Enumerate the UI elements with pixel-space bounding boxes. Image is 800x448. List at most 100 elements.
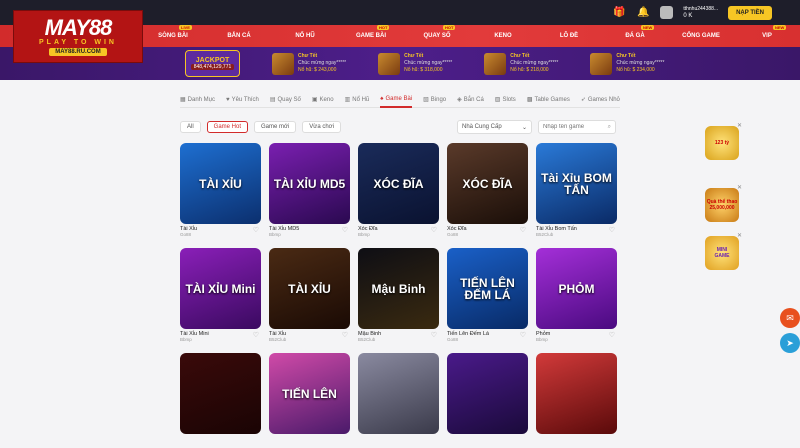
tab-favorites[interactable]: ♥ Yêu Thích [226, 92, 259, 108]
filter-recent-button[interactable]: Vừa chơi [302, 121, 341, 133]
game-provider: Bbmp [358, 232, 370, 237]
logo-tagline: PLAY TO WIN [39, 39, 117, 46]
game-thumbnail[interactable]: Mậu Binh [358, 248, 439, 329]
game-provider: Go88 [447, 232, 459, 237]
game-thumbnail[interactable]: PHỎM [536, 248, 617, 329]
avatar[interactable] [660, 6, 674, 19]
tab-no-hu[interactable]: ▥ Nổ Hũ [345, 92, 370, 108]
game-thumbnail[interactable]: TIẾN LÊN ĐẾM LÁ [447, 248, 528, 329]
nav-item-card-games[interactable]: GAME BÀI HOT [338, 25, 404, 39]
game-thumbnail[interactable]: TIẾN LÊN [269, 353, 350, 434]
game-thumbnail[interactable] [180, 353, 261, 434]
game-card[interactable]: TÀI XỈU Tài Xỉu B52Club ♡ [269, 248, 350, 343]
tab-game-bai[interactable]: ♠ Game Bài [380, 92, 413, 108]
game-card[interactable] [447, 353, 528, 448]
nav-item-cockfight[interactable]: ĐÁ GÀ NEW [602, 25, 668, 39]
game-card[interactable]: XÓC ĐĨA Xóc Đĩa Go88 ♡ [447, 143, 528, 238]
favorite-icon[interactable]: ♡ [253, 331, 259, 339]
game-card[interactable]: TÀI XỈU MD5 Tài Xỉu MD5 Bbmp ♡ [269, 143, 350, 238]
favorite-icon[interactable]: ♡ [520, 331, 526, 339]
game-card[interactable]: PHỎM Phỏm Bbmp ♡ [536, 248, 617, 343]
game-thumbnail[interactable] [536, 353, 617, 434]
filter-all-button[interactable]: All [180, 121, 201, 133]
winner-item[interactable]: Chư Tết Chúc mừng ngay***** Nổ hũ: $ 318,0… [378, 52, 452, 75]
winner-amount: Nổ hũ: $ 318,000 [404, 67, 443, 73]
game-thumbnail[interactable]: TÀI XỈU [180, 143, 261, 224]
side-promo[interactable]: ✕ MINI GAME [702, 233, 742, 270]
close-icon[interactable]: ✕ [737, 232, 742, 239]
game-card[interactable]: TÀI XỈU Tài Xỉu Go88 ♡ [180, 143, 261, 238]
favorite-icon[interactable]: ♡ [431, 226, 437, 234]
tab-bingo[interactable]: ▧ Bingo [423, 92, 446, 108]
game-card[interactable]: TIẾN LÊN [269, 353, 350, 448]
nav-item-keno[interactable]: KENO [470, 33, 536, 39]
nav-item-slots[interactable]: NỔ HŨ [272, 33, 338, 39]
side-promo[interactable]: ✕ 123 tỷ [702, 123, 742, 160]
favorite-icon[interactable]: ♡ [431, 331, 437, 339]
nav-item-vip[interactable]: VIP NEW [734, 25, 800, 39]
tab-quay-so[interactable]: ▤ Quay Số [270, 92, 301, 108]
nav-item-game-portal[interactable]: CỔNG GAME [668, 33, 734, 39]
chat-icon[interactable]: ✉ [780, 308, 800, 328]
game-card[interactable] [358, 353, 439, 448]
tab-slots[interactable]: ▨ Slots [495, 92, 516, 108]
side-promo[interactable]: ✕ Quà thể thao 25,000,000 [702, 185, 742, 222]
tab-table-games[interactable]: ▩ Table Games [527, 92, 570, 108]
tab-keno[interactable]: ▣ Keno [312, 92, 334, 108]
game-thumbnail[interactable]: Tài Xỉu BOM TẤN [536, 143, 617, 224]
winner-item[interactable]: Chư Tết Chúc mừng ngay***** Nổ hũ: $ 218,0… [484, 52, 558, 75]
nav-item-fish[interactable]: BẮN CÁ [206, 33, 272, 39]
favorite-icon[interactable]: ♡ [520, 226, 526, 234]
game-card[interactable]: XÓC ĐĨA Xóc Đĩa Bbmp ♡ [358, 143, 439, 238]
jackpot-title: JACKPOT [195, 57, 230, 64]
favorite-icon[interactable]: ♡ [253, 226, 259, 234]
gift-icon[interactable]: 🎁 [612, 7, 626, 18]
game-thumbnail[interactable] [358, 353, 439, 434]
game-card[interactable]: Mậu Binh Mậu Binh B52Club ♡ [358, 248, 439, 343]
close-icon[interactable]: ✕ [737, 184, 742, 191]
filter-hot-button[interactable]: Game Hot [206, 121, 249, 133]
winner-item[interactable]: Chư Tết Chúc mừng ngay***** Nổ hũ: $ 234,0… [590, 52, 665, 75]
game-thumbnail[interactable] [447, 353, 528, 434]
promo-jackpot[interactable]: 123 tỷ [705, 126, 739, 160]
tab-danh-muc[interactable]: ▦ Danh Mục [180, 92, 215, 108]
winner-item[interactable]: Chư Tết Chúc mừng ngay***** Nổ hũ: $ 243,0… [272, 52, 346, 75]
game-card[interactable]: TÀI XỈU Mini Tài Xỉu Mini Bbmp ♡ [180, 248, 261, 343]
provider-select-label: Nhà Cung Cấp [462, 124, 502, 130]
nav-tag: HOT [443, 25, 456, 30]
game-thumbnail[interactable]: TÀI XỈU MD5 [269, 143, 350, 224]
game-card[interactable] [536, 353, 617, 448]
keno-icon: ▣ [311, 97, 318, 103]
nav-tag: NEW [641, 25, 655, 30]
nav-item-lottery[interactable]: QUAY SỐ HOT [404, 25, 470, 39]
promo-minigame[interactable]: MINI GAME [705, 236, 739, 270]
user-info[interactable]: tthnhu244388... 0 K [683, 6, 718, 20]
provider-select[interactable]: Nhà Cung Cấp ⌄ [457, 120, 532, 134]
game-thumbnail[interactable]: TÀI XỈU [269, 248, 350, 329]
favorite-icon[interactable]: ♡ [609, 331, 615, 339]
filter-new-button[interactable]: Game mới [254, 121, 297, 133]
game-thumbnail[interactable]: TÀI XỈU Mini [180, 248, 261, 329]
deposit-button[interactable]: NẠP TIỀN [728, 5, 772, 20]
game-card[interactable]: TIẾN LÊN ĐẾM LÁ Tiến Lên Đếm Lá Go88 ♡ [447, 248, 528, 343]
favorite-icon[interactable]: ♡ [609, 226, 615, 234]
bell-icon[interactable]: 🔔 [636, 7, 650, 18]
game-thumbnail[interactable]: XÓC ĐĨA [447, 143, 528, 224]
nav-item-casino[interactable]: SÒNG BÀI LIVE [140, 25, 206, 39]
nav-item-lode[interactable]: LÔ ĐỀ [536, 33, 602, 39]
favorite-icon[interactable]: ♡ [342, 331, 348, 339]
telegram-icon[interactable]: ➤ [780, 333, 800, 353]
search-input[interactable] [543, 124, 603, 130]
close-icon[interactable]: ✕ [737, 122, 742, 129]
jackpot-box[interactable]: JACKPOT 848,474,129,771 [185, 50, 240, 77]
tab-ban-ca[interactable]: ◈ Bắn Cá [457, 92, 484, 108]
brand-logo[interactable]: MAY88 PLAY TO WIN MAY88.RU.COM [13, 10, 143, 63]
game-card[interactable] [180, 353, 261, 448]
game-card[interactable]: Tài Xỉu BOM TẤN Tài Xỉu Bom Tấn B52Club ♡ [536, 143, 617, 238]
search-icon[interactable]: ⌕ [608, 124, 611, 131]
game-thumbnail[interactable]: XÓC ĐĨA [358, 143, 439, 224]
tab-games-nho[interactable]: ➶ Games Nhỏ [581, 92, 620, 108]
favorite-icon[interactable]: ♡ [342, 226, 348, 234]
winner-line: Chúc mừng ngay***** [616, 60, 665, 66]
promo-sports[interactable]: Quà thể thao 25,000,000 [705, 188, 739, 222]
